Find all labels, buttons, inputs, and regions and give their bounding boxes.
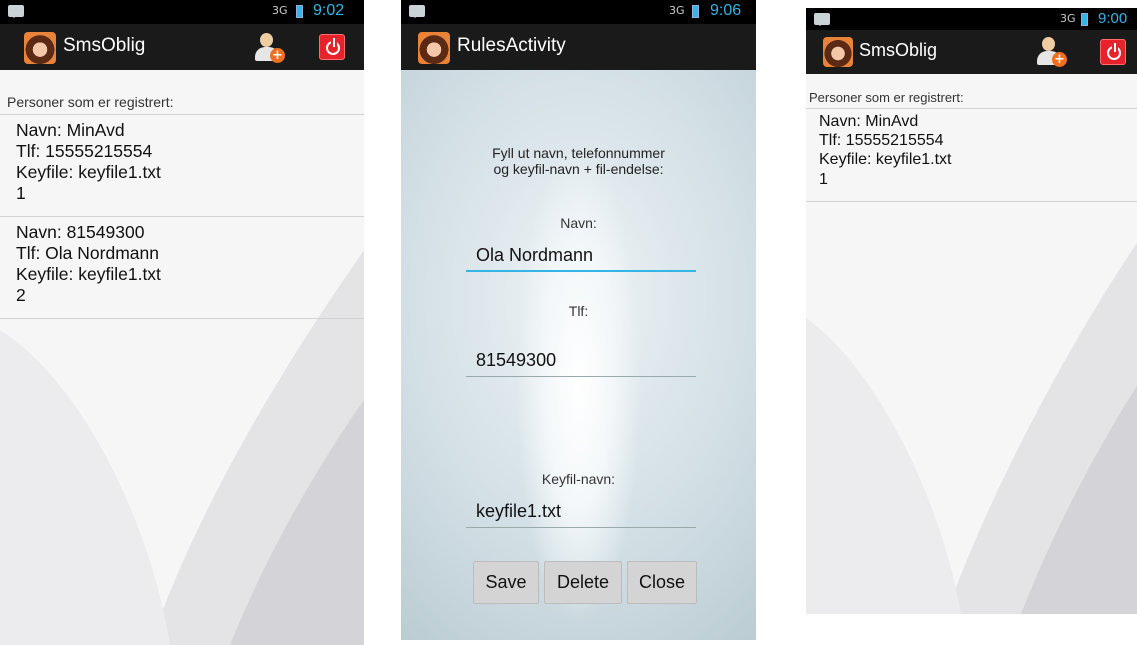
divider <box>806 108 1137 109</box>
record-keyfile: Keyfile: keyfile1.txt <box>16 162 161 182</box>
record-navn: Navn: MinAvd <box>819 113 919 130</box>
signal-3g-icon: 3G <box>272 4 288 17</box>
record-navn: Navn: MinAvd <box>16 120 125 140</box>
status-bar: 3G 9:00 <box>806 8 1137 30</box>
action-bar: SmsOblig + <box>806 30 1137 74</box>
battery-icon <box>296 5 303 18</box>
status-bar: 3G 9:06 <box>401 0 756 24</box>
divider <box>806 201 1137 202</box>
tlf-label: Tlf: <box>568 303 589 319</box>
signal-3g-icon: 3G <box>669 4 685 17</box>
record-tlf: Tlf: 15555215554 <box>16 141 153 161</box>
record-tlf: Tlf: Ola Nordmann <box>16 243 159 263</box>
message-notification-icon <box>409 5 425 18</box>
record-id: 2 <box>16 285 26 305</box>
app-title: RulesActivity <box>457 35 566 56</box>
divider <box>0 216 364 217</box>
record-navn: Navn: 81549300 <box>16 222 145 242</box>
clock: 9:00 <box>1098 10 1128 27</box>
power-icon[interactable] <box>1100 39 1126 65</box>
app-logo-icon[interactable] <box>24 32 56 64</box>
delete-button[interactable]: Delete <box>544 561 622 604</box>
record-id: 1 <box>16 183 26 203</box>
list-header: Personer som er registrert: <box>809 90 964 105</box>
keyfil-field[interactable] <box>466 496 696 528</box>
record-tlf: Tlf: 15555215554 <box>819 132 944 150</box>
action-bar: RulesActivity <box>401 24 756 70</box>
record-id: 1 <box>819 170 828 188</box>
save-button[interactable]: Save <box>473 561 539 604</box>
power-icon[interactable] <box>319 34 345 60</box>
record-keyfile: Keyfile: keyfile1.txt <box>819 151 952 169</box>
navn-label: Navn: <box>560 215 597 231</box>
add-user-icon[interactable]: + <box>1034 35 1068 69</box>
app-logo-icon[interactable] <box>418 32 450 64</box>
app-logo-icon[interactable] <box>823 37 853 67</box>
message-notification-icon <box>814 13 830 26</box>
list-header: Personer som er registrert: <box>7 94 174 110</box>
close-button[interactable]: Close <box>627 561 697 604</box>
clock: 9:06 <box>710 2 742 19</box>
keyfil-label: Keyfil-navn: <box>541 471 616 487</box>
list-item[interactable]: Navn: MinAvd Tlf: 15555215554 Keyfile: k… <box>16 120 161 204</box>
app-title: SmsOblig <box>859 40 938 60</box>
signal-3g-icon: 3G <box>1060 12 1076 25</box>
list-item[interactable]: Navn: 81549300 Tlf: Ola Nordmann Keyfile… <box>16 222 161 306</box>
message-notification-icon <box>8 5 24 18</box>
action-bar: SmsOblig + <box>0 24 364 70</box>
battery-icon <box>692 5 699 18</box>
screen-rules-activity: 3G 9:06 RulesActivity Fyll ut navn, tele… <box>401 0 756 640</box>
record-keyfile: Keyfile: keyfile1.txt <box>16 264 161 284</box>
form-instructions: Fyll ut navn, telefonnummer og keyfil-na… <box>492 145 665 177</box>
tlf-field[interactable] <box>466 345 696 377</box>
list-item[interactable]: Navn: MinAvd Tlf: 15555215554 Keyfile: k… <box>819 112 952 189</box>
battery-icon <box>1081 13 1088 26</box>
clock: 9:02 <box>313 2 345 19</box>
add-user-icon[interactable]: + <box>252 31 286 65</box>
navn-field[interactable] <box>466 240 696 272</box>
app-title: SmsOblig <box>63 35 146 56</box>
screen-main-list-two-records: 3G 9:02 SmsOblig + Personer som er regis… <box>0 0 364 645</box>
divider <box>0 114 364 115</box>
divider <box>0 318 364 319</box>
status-bar: 3G 9:02 <box>0 0 364 24</box>
screen-main-list-one-record: 3G 9:00 SmsOblig + Personer som er regis… <box>806 8 1137 614</box>
